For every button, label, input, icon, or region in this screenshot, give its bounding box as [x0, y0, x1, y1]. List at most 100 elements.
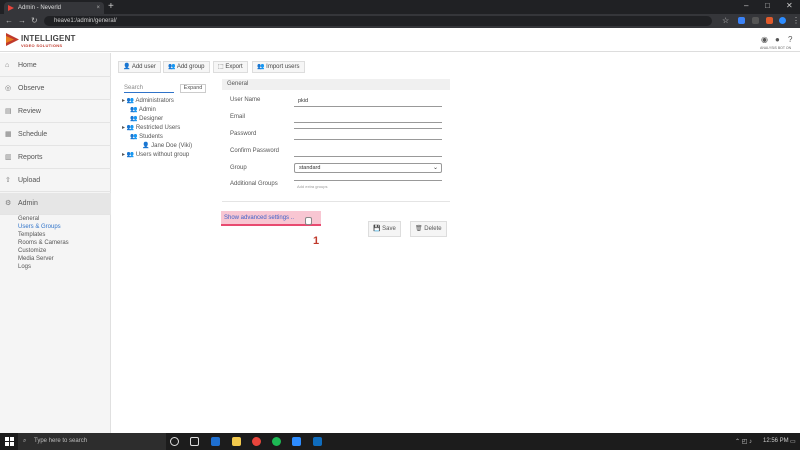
chevron-down-icon: ⌄: [432, 165, 438, 171]
export-button[interactable]: ⬚ Export: [213, 61, 248, 73]
expand-button[interactable]: Expand: [180, 84, 206, 93]
add-group-label: Add group: [176, 64, 205, 70]
close-tab-icon[interactable]: ×: [96, 2, 100, 14]
sidebar-item-upload[interactable]: ⇧ Upload: [0, 170, 111, 192]
sidebar-item-label: Review: [18, 108, 41, 115]
close-window-icon[interactable]: ✕: [786, 1, 793, 10]
favicon-icon: [8, 5, 14, 11]
confirm-password-label: Confirm Password: [230, 148, 280, 154]
address-bar[interactable]: heave1:/admin/general/: [44, 16, 712, 26]
import-users-button[interactable]: 👥 Import users: [252, 61, 305, 73]
additional-groups-placeholder: Add extra groups: [297, 184, 328, 189]
windows-start-icon[interactable]: [5, 437, 14, 446]
additional-groups-field[interactable]: [294, 180, 442, 181]
sidebar-subitem-general[interactable]: General: [18, 216, 39, 222]
user-name-field[interactable]: pkid: [298, 98, 308, 104]
browser-tab[interactable]: Admin - Neverld ×: [4, 2, 104, 14]
home-icon: ⌂: [5, 62, 10, 69]
review-icon: ▤: [5, 108, 12, 115]
extension-icon[interactable]: [752, 17, 759, 24]
sidebar-item-label: Admin: [18, 200, 38, 207]
file-explorer-icon[interactable]: [232, 437, 241, 446]
taskbar-search-input[interactable]: ⌕ Type here to search: [18, 433, 166, 450]
group-label: Group: [230, 165, 247, 171]
import-users-label: Import users: [266, 64, 300, 70]
export-label: Export: [225, 64, 243, 70]
tree-node-administrators[interactable]: ▸ 👥 Administrators: [122, 97, 174, 104]
eye-icon[interactable]: ◉: [761, 35, 768, 44]
sidebar-item-review[interactable]: ▤ Review: [0, 101, 111, 123]
forward-icon[interactable]: →: [18, 16, 26, 25]
user-name-underline: [294, 106, 442, 107]
add-user-button[interactable]: 👤 Add user: [118, 61, 161, 73]
help-icon[interactable]: ?: [788, 35, 792, 44]
tree-node-user[interactable]: 👤 Jane Doe (Viki): [142, 142, 192, 149]
confirm-password-field[interactable]: [294, 156, 442, 157]
spotify-icon[interactable]: [272, 437, 281, 446]
maximize-icon[interactable]: □: [765, 1, 770, 10]
tree-node-label: Users without group: [135, 152, 190, 158]
sidebar-item-label: Schedule: [18, 131, 48, 138]
task-view-icon[interactable]: [190, 437, 199, 446]
chrome-icon[interactable]: [252, 437, 261, 446]
outlook-icon[interactable]: [313, 437, 322, 446]
taskbar-search-placeholder: Type here to search: [34, 438, 88, 444]
group-icon: 👥: [130, 134, 138, 140]
save-icon: 💾: [373, 226, 381, 232]
menu-dots-icon[interactable]: ⋮: [792, 16, 800, 25]
sidebar-subitem-rooms-cameras[interactable]: Rooms & Cameras: [18, 240, 69, 246]
user-icon[interactable]: ●: [775, 35, 780, 44]
sidebar-item-home[interactable]: ⌂ Home: [0, 55, 111, 77]
tree-node-restricted[interactable]: ▸ 👥 Restricted Users: [122, 124, 180, 131]
app-header: [0, 28, 800, 52]
clock[interactable]: 12:56 PM: [763, 438, 789, 444]
tree-node-designer[interactable]: 👥 Designer: [130, 115, 163, 122]
logo-icon: [6, 33, 19, 46]
search-icon: ⌕: [23, 438, 27, 444]
save-button[interactable]: 💾 Save: [368, 221, 401, 237]
sidebar-subitem-media-server[interactable]: Media Server: [18, 256, 54, 262]
extension-icon[interactable]: [766, 17, 773, 24]
import-icon: 👥: [257, 64, 265, 70]
tree-node-admin[interactable]: 👥 Admin: [130, 106, 156, 113]
email-label: Email: [230, 114, 246, 120]
upload-icon: ⇧: [5, 177, 11, 184]
taskbar: ⌕ Type here to search ⌃ ◰ ♪ 12:56 PM ▭: [0, 433, 800, 450]
cortana-icon[interactable]: [170, 437, 179, 446]
delete-button[interactable]: 🗑 Delete: [410, 221, 447, 237]
user-name-label: User Name: [230, 97, 261, 103]
sidebar-subitem-customize[interactable]: Customize: [18, 248, 46, 254]
minimize-icon[interactable]: –: [744, 1, 748, 10]
reload-icon[interactable]: ↻: [31, 16, 38, 25]
tray-icons[interactable]: ⌃ ◰ ♪: [735, 438, 752, 445]
back-icon[interactable]: ←: [5, 16, 13, 25]
sidebar-subitem-users-groups[interactable]: Users & Groups: [18, 224, 61, 230]
additional-groups-label: Additional Groups: [230, 181, 278, 187]
sidebar-item-schedule[interactable]: ▦ Schedule: [0, 124, 111, 146]
sidebar-subitem-logs[interactable]: Logs: [18, 264, 31, 270]
email-field[interactable]: [294, 122, 442, 123]
divider: [222, 201, 450, 202]
trash-icon: 🗑: [415, 226, 423, 232]
zoom-icon[interactable]: [292, 437, 301, 446]
add-group-button[interactable]: 👥 Add group: [163, 61, 210, 73]
star-icon[interactable]: ☆: [722, 16, 729, 25]
calendar-icon: ▦: [5, 131, 12, 138]
extension-icon[interactable]: [738, 17, 745, 24]
password-label: Password: [230, 131, 257, 137]
password-field[interactable]: [294, 139, 442, 140]
sidebar-item-admin[interactable]: ⚙ Admin: [0, 193, 111, 215]
sidebar-item-reports[interactable]: ▥ Reports: [0, 147, 111, 169]
sidebar-item-observe[interactable]: ◎ Observe: [0, 78, 111, 100]
tree-node-students[interactable]: 👥 Students: [130, 133, 163, 140]
app-icon[interactable]: [211, 437, 220, 446]
profile-icon[interactable]: [779, 17, 786, 24]
tree-node-label: Admin: [138, 107, 156, 113]
sidebar-subitem-templates[interactable]: Templates: [18, 232, 45, 238]
group-select[interactable]: standard ⌄: [294, 163, 442, 173]
new-tab-button[interactable]: +: [108, 1, 114, 12]
tree-search-input[interactable]: Search: [124, 84, 174, 93]
logo-title[interactable]: INTELLIGENT: [21, 34, 76, 43]
notification-icon[interactable]: ▭: [790, 438, 796, 445]
tree-node-ungrouped[interactable]: ▸ 👥 Users without group: [122, 151, 189, 158]
